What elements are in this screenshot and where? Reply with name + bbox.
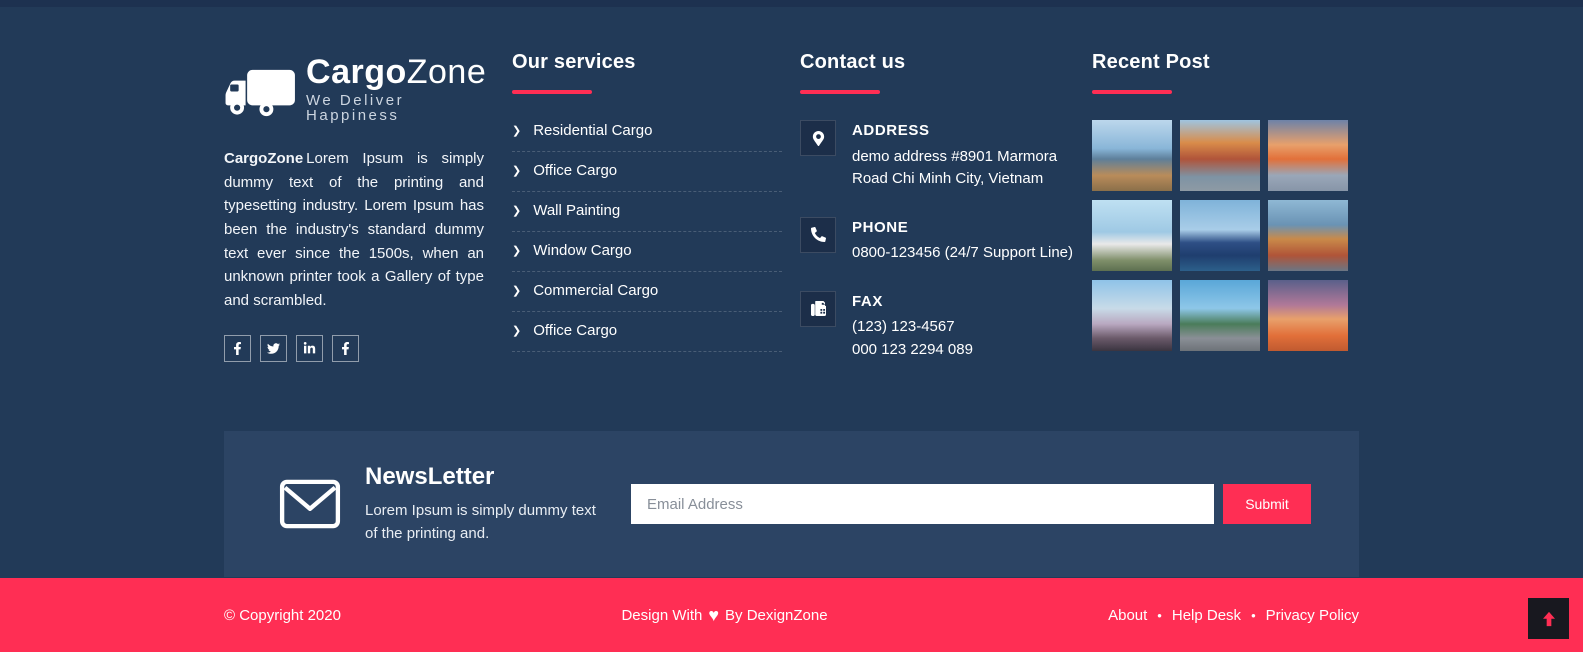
service-link[interactable]: Commercial Cargo: [533, 282, 658, 299]
fax-icon: [811, 301, 826, 316]
brand-tagline: We Deliver Happiness: [306, 93, 494, 123]
service-item: ❯ Office Cargo: [512, 152, 782, 192]
envelope-icon: [279, 479, 341, 529]
footer-links: About • Help Desk • Privacy Policy: [1108, 607, 1359, 624]
linkedin-icon[interactable]: [296, 335, 323, 362]
footer-link-privacy-policy[interactable]: Privacy Policy: [1266, 607, 1359, 624]
facebook-icon[interactable]: [224, 335, 251, 362]
footer-link-help-desk[interactable]: Help Desk: [1172, 607, 1241, 624]
service-link[interactable]: Office Cargo: [533, 162, 617, 179]
contact-phone: PHONE 0800-123456 (24/7 Support Line): [800, 217, 1074, 265]
phone-icon: [811, 227, 826, 242]
contact-fax: FAX (123) 123-4567 000 123 2294 089: [800, 291, 1074, 362]
credit-text: Design With ♥ By DexignZone: [621, 606, 827, 624]
facebook-icon[interactable]: [332, 335, 359, 362]
post-thumbnail[interactable]: [1180, 200, 1260, 271]
footer-widgets-section: CargoZone We Deliver Happiness CargoZone…: [0, 7, 1583, 578]
newsletter-description: Lorem Ipsum is simply dummy text of the …: [365, 499, 600, 546]
services-title: Our services: [512, 51, 782, 74]
recent-posts-grid: [1092, 120, 1359, 351]
post-thumbnail[interactable]: [1268, 280, 1348, 351]
contact-address: ADDRESS demo address #8901 Marmora Road …: [800, 120, 1074, 191]
phone-label: PHONE: [852, 217, 1073, 240]
post-thumbnail[interactable]: [1180, 280, 1260, 351]
post-thumbnail[interactable]: [1092, 120, 1172, 191]
service-item: ❯ Wall Painting: [512, 192, 782, 232]
recent-posts-title: Recent Post: [1092, 51, 1359, 74]
chevron-right-icon: ❯: [512, 124, 521, 137]
about-text: CargoZoneLorem Ipsum is simply dummy tex…: [224, 147, 484, 313]
post-thumbnail[interactable]: [1180, 120, 1260, 191]
chevron-right-icon: ❯: [512, 324, 521, 337]
fax-number: (123) 123-4567: [852, 316, 973, 339]
address-label: ADDRESS: [852, 120, 1057, 143]
post-thumbnail[interactable]: [1268, 120, 1348, 191]
footer-bottom-bar: © Copyright 2020 Design With ♥ By Dexign…: [0, 578, 1583, 652]
accent-underline: [1092, 90, 1172, 94]
phone-number: 0800-123456 (24/7 Support Line): [852, 242, 1073, 265]
submit-button[interactable]: Submit: [1223, 484, 1311, 524]
brand-name: CargoZone: [306, 53, 486, 91]
bullet-separator: •: [1157, 608, 1162, 623]
map-pin-icon: [811, 131, 826, 146]
brand-logo[interactable]: CargoZone We Deliver Happiness: [224, 55, 494, 123]
truck-logo-icon: [224, 63, 298, 123]
service-item: ❯ Commercial Cargo: [512, 272, 782, 312]
footer-column-recent-posts: Recent Post: [1074, 51, 1359, 387]
copyright-text: © Copyright 2020: [224, 607, 341, 624]
services-list: ❯ Residential Cargo ❯ Office Cargo ❯ Wall P…: [512, 120, 782, 352]
service-link[interactable]: Wall Painting: [533, 202, 620, 219]
arrow-up-icon: [1539, 609, 1559, 629]
service-link[interactable]: Window Cargo: [533, 242, 631, 259]
footer-column-about: CargoZone We Deliver Happiness CargoZone…: [224, 51, 494, 387]
newsletter-title: NewsLetter: [365, 463, 600, 491]
contact-title: Contact us: [800, 51, 1074, 74]
accent-underline: [800, 90, 880, 94]
social-links: [224, 335, 494, 362]
post-thumbnail[interactable]: [1268, 200, 1348, 271]
service-item: ❯ Residential Cargo: [512, 120, 782, 152]
heart-icon: ♥: [708, 606, 719, 624]
top-divider: [0, 0, 1583, 7]
accent-underline: [512, 90, 592, 94]
about-lead: CargoZone: [224, 150, 303, 167]
newsletter-form: Submit: [631, 484, 1311, 524]
service-item: ❯ Window Cargo: [512, 232, 782, 272]
address-line: demo address #8901 Marmora: [852, 146, 1057, 169]
post-thumbnail[interactable]: [1092, 200, 1172, 271]
chevron-right-icon: ❯: [512, 164, 521, 177]
bullet-separator: •: [1251, 608, 1256, 623]
service-link[interactable]: Residential Cargo: [533, 122, 652, 139]
fax-label: FAX: [852, 291, 973, 314]
fax-number: 000 123 2294 089: [852, 339, 973, 362]
email-input[interactable]: [631, 484, 1214, 524]
service-item: ❯ Office Cargo: [512, 312, 782, 352]
post-thumbnail[interactable]: [1092, 280, 1172, 351]
chevron-right-icon: ❯: [512, 244, 521, 257]
address-line: Road Chi Minh City, Vietnam: [852, 168, 1057, 191]
footer-column-contact: Contact us ADDRESS demo address #8901 Ma…: [782, 51, 1074, 387]
service-link[interactable]: Office Cargo: [533, 322, 617, 339]
footer-column-services: Our services ❯ Residential Cargo ❯ Office …: [494, 51, 782, 387]
chevron-right-icon: ❯: [512, 204, 521, 217]
footer-link-about[interactable]: About: [1108, 607, 1147, 624]
newsletter-panel: NewsLetter Lorem Ipsum is simply dummy t…: [224, 431, 1359, 577]
scroll-to-top-button[interactable]: [1528, 598, 1569, 639]
twitter-icon[interactable]: [260, 335, 287, 362]
chevron-right-icon: ❯: [512, 284, 521, 297]
